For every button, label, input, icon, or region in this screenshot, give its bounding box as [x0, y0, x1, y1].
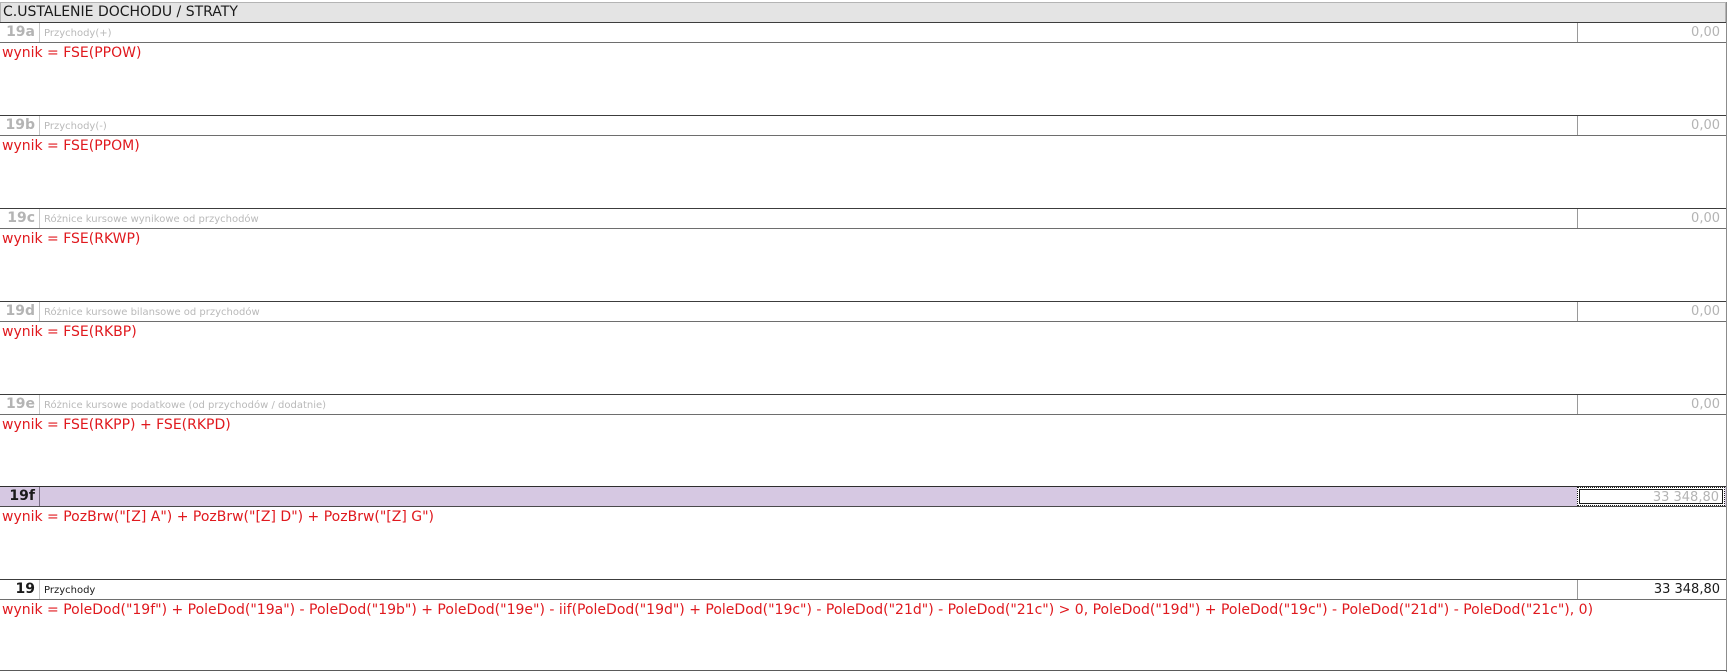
- field-row-19f[interactable]: 19f 33 348,80: [0, 486, 1727, 507]
- field-row-19c[interactable]: 19c Różnice kursowe wynikowe od przychod…: [0, 208, 1727, 229]
- right-border: [1726, 2, 1727, 672]
- field-description-19d: Różnice kursowe bilansowe od przychodów: [44, 307, 260, 318]
- field-code-19: 19: [2, 580, 40, 599]
- field-row-19b[interactable]: 19b Przychody(-) 0,00: [0, 115, 1727, 136]
- field-value-19e[interactable]: 0,00: [1577, 395, 1725, 414]
- formula-19a[interactable]: wynik = FSE(PPOW): [2, 44, 1722, 62]
- formula-19d[interactable]: wynik = FSE(RKBP): [2, 323, 1722, 341]
- formula-19b[interactable]: wynik = FSE(PPOM): [2, 137, 1722, 155]
- field-block-19b: 19b Przychody(-) 0,00 wynik = FSE(PPOM): [0, 115, 1727, 208]
- field-code-19a: 19a: [2, 23, 40, 42]
- section-header: C.USTALENIE DOCHODU / STRATY: [0, 2, 1726, 23]
- field-value-19f[interactable]: 33 348,80: [1577, 487, 1725, 506]
- formula-19[interactable]: wynik = PoleDod("19f") + PoleDod("19a") …: [2, 601, 1722, 619]
- formula-19c[interactable]: wynik = FSE(RKWP): [2, 230, 1722, 248]
- field-value-19[interactable]: 33 348,80: [1577, 580, 1725, 599]
- field-code-19c: 19c: [2, 209, 40, 228]
- field-block-19: 19 Przychody 33 348,80 wynik = PoleDod("…: [0, 579, 1727, 672]
- field-value-19b[interactable]: 0,00: [1577, 116, 1725, 135]
- field-block-19d: 19d Różnice kursowe bilansowe od przycho…: [0, 301, 1727, 394]
- section-title: C.USTALENIE DOCHODU / STRATY: [3, 4, 238, 20]
- formula-19e[interactable]: wynik = FSE(RKPP) + FSE(RKPD): [2, 416, 1722, 434]
- formula-19f[interactable]: wynik = PozBrw("[Z] A") + PozBrw("[Z] D"…: [2, 508, 1722, 526]
- field-row-19e[interactable]: 19e Różnice kursowe podatkowe (od przych…: [0, 394, 1727, 415]
- field-code-19e: 19e: [2, 395, 40, 414]
- field-block-19c: 19c Różnice kursowe wynikowe od przychod…: [0, 208, 1727, 301]
- field-code-19d: 19d: [2, 302, 40, 321]
- field-value-19a[interactable]: 0,00: [1577, 23, 1725, 42]
- field-description-19c: Różnice kursowe wynikowe od przychodów: [44, 214, 259, 225]
- field-block-19e: 19e Różnice kursowe podatkowe (od przych…: [0, 394, 1727, 487]
- field-value-19d[interactable]: 0,00: [1577, 302, 1725, 321]
- field-description-19e: Różnice kursowe podatkowe (od przychodów…: [44, 400, 327, 411]
- field-description-19b: Przychody(-): [44, 121, 107, 132]
- field-code-19f: 19f: [2, 487, 40, 506]
- field-description-19: Przychody: [44, 585, 96, 596]
- field-block-19a: 19a Przychody(+) 0,00 wynik = FSE(PPOW): [0, 22, 1727, 115]
- field-value-19c[interactable]: 0,00: [1577, 209, 1725, 228]
- bottom-border: [0, 670, 1727, 671]
- field-row-19d[interactable]: 19d Różnice kursowe bilansowe od przycho…: [0, 301, 1727, 322]
- field-block-19f: 19f 33 348,80 wynik = PozBrw("[Z] A") + …: [0, 486, 1727, 579]
- field-row-19a[interactable]: 19a Przychody(+) 0,00: [0, 22, 1727, 43]
- field-row-19[interactable]: 19 Przychody 33 348,80: [0, 579, 1727, 600]
- field-description-19a: Przychody(+): [44, 28, 112, 39]
- field-code-19b: 19b: [2, 116, 40, 135]
